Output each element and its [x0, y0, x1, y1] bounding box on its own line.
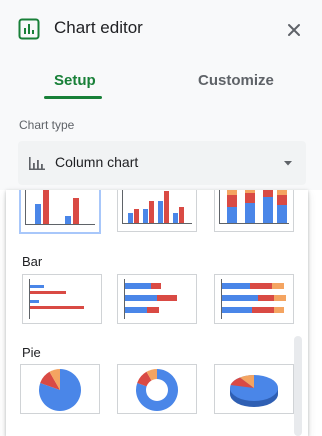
grouped-column-chart-option[interactable]: [117, 190, 197, 232]
tab-bar: Setup Customize: [0, 58, 322, 108]
3d-pie-chart-option[interactable]: [214, 364, 294, 414]
bar-section-title: Bar: [22, 254, 43, 269]
donut-chart-option[interactable]: [117, 364, 197, 414]
close-icon[interactable]: [282, 18, 306, 42]
chart-type-label: Chart type: [19, 118, 75, 132]
chevron-down-icon: [284, 161, 292, 166]
chart-type-menu: Bar Pie: [6, 190, 308, 436]
stacked-bar-chart-option[interactable]: [214, 274, 294, 324]
stacked-bar-chart-icon: [221, 279, 286, 319]
grouped-bar-chart-icon: [124, 279, 177, 319]
bar-chart-option[interactable]: [22, 274, 102, 324]
chart-editor-icon: [18, 18, 40, 40]
pie-chart-icon: [38, 369, 81, 411]
chart-type-dropdown[interactable]: Column chart: [18, 141, 306, 185]
chart-editor-header: Chart editor: [0, 0, 322, 59]
panel-title: Chart editor: [54, 18, 143, 37]
active-tab-indicator: [44, 96, 102, 99]
menu-scrollbar[interactable]: [294, 336, 302, 436]
chart-type-value: Column chart: [55, 154, 139, 170]
pie-chart-option[interactable]: [20, 364, 100, 414]
pie-section-title: Pie: [22, 345, 41, 360]
3d-pie-chart-icon: [230, 375, 278, 407]
column-chart-icon: [29, 157, 45, 170]
grouped-bar-chart-option[interactable]: [117, 274, 197, 324]
column-chart-option[interactable]: [19, 190, 101, 234]
tab-customize[interactable]: Customize: [198, 72, 274, 89]
grouped-column-chart-icon: [122, 190, 192, 224]
bar-chart-icon: [29, 279, 84, 319]
donut-chart-icon: [135, 369, 178, 411]
tab-setup[interactable]: Setup: [54, 72, 96, 89]
column-chart-thumbnail-icon: [25, 190, 95, 225]
stacked-column-chart-icon: [219, 190, 289, 224]
stacked-column-chart-option[interactable]: [214, 190, 294, 232]
